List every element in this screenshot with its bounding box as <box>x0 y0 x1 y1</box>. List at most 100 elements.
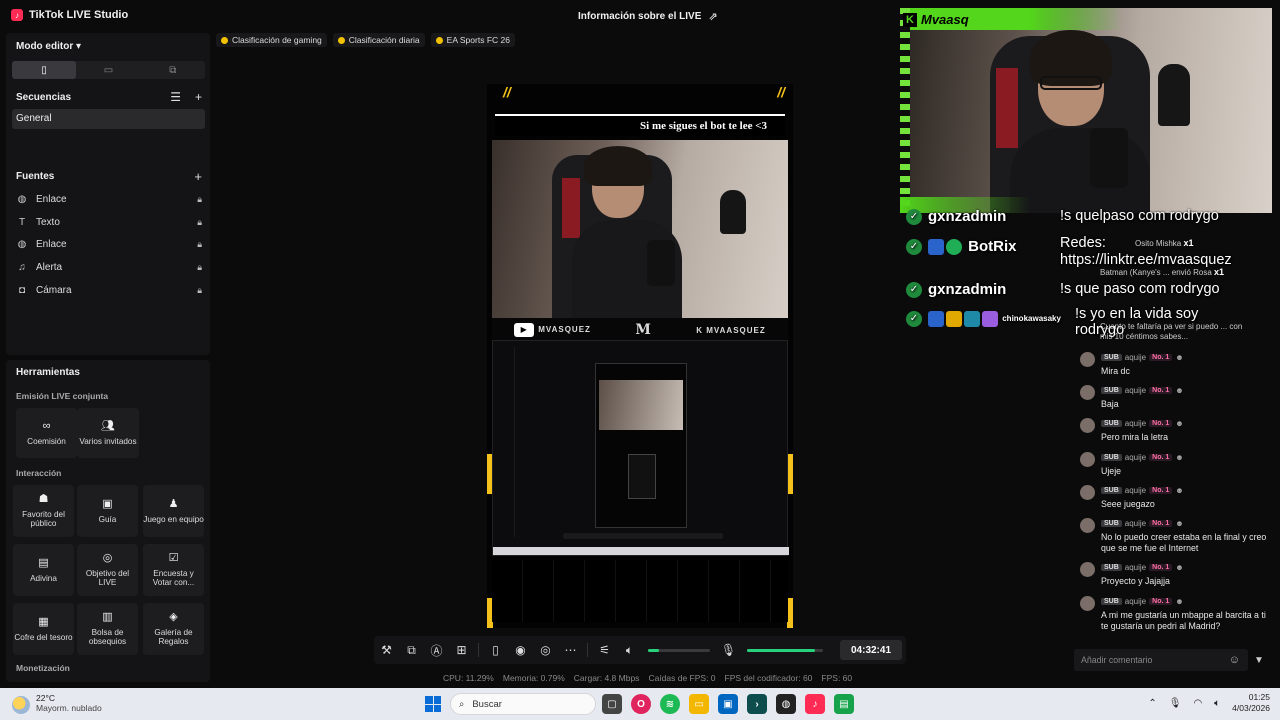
tile-goal[interactable]: ◎ Objetivo del LIVE <box>77 544 138 596</box>
mixer-icon[interactable]: ⚟ <box>592 643 617 657</box>
stream-preview-canvas[interactable]: // // Si me sigues el bot te lee <3 ▶ MVA… <box>487 84 793 628</box>
tile-poll[interactable]: ☑ Encuesta y Votar con... <box>143 544 204 596</box>
clock[interactable]: 01:25 4/03/2026 <box>1232 692 1270 715</box>
tile-guess[interactable]: ▤ Adivina <box>13 544 74 596</box>
volume-slider[interactable] <box>648 648 710 652</box>
avatar[interactable] <box>1080 596 1095 611</box>
share-icon[interactable]: ⇗ <box>708 10 717 23</box>
windows-start-icon[interactable] <box>425 696 441 712</box>
avatar[interactable] <box>1080 485 1095 500</box>
sequences-title: Secuencias <box>16 92 72 103</box>
store-icon[interactable]: ▣ <box>718 694 738 714</box>
chip-gaming-ranking[interactable]: Clasificación de gaming <box>216 33 327 47</box>
source-item[interactable]: ◍ Enlace 🔒︎ <box>16 233 202 256</box>
tile-goodie-bag[interactable]: ▥ Bolsa de obsequios <box>77 603 138 655</box>
chat-text: Ujeje <box>1101 466 1122 476</box>
lock-icon[interactable]: 🔒︎ <box>197 239 202 250</box>
add-source-icon[interactable]: + <box>194 169 202 184</box>
chevron-up-icon[interactable]: ⌃ <box>1148 698 1156 709</box>
record-icon[interactable]: ◉ <box>508 643 533 657</box>
nested-preview-deep <box>628 454 656 499</box>
tile-guests[interactable]: 👥︎ Varios invitados <box>77 408 139 458</box>
orientation-switcher: ▯ ▭ ⧉ <box>12 61 205 79</box>
chat-username[interactable]: aquije <box>1125 486 1146 495</box>
tile-cohost[interactable]: ∞ Coemisión <box>16 408 77 458</box>
wifi-icon[interactable]: ◠ <box>1193 698 1202 709</box>
book-icon: ▣ <box>102 497 113 510</box>
control-bar: ⚒ ⧉ Ⓐ ⊞ ▯ ◉ ◎ ⋯ ⚟ 🔈︎ 🎙︎ 04:32:41 <box>374 636 906 664</box>
weather-widget[interactable]: 22°C Mayorm. nublado <box>12 693 102 714</box>
send-icon[interactable]: ▼ <box>1254 655 1264 666</box>
microphone-icon[interactable]: 🎙︎ <box>716 643 741 657</box>
avatar[interactable] <box>1080 518 1095 533</box>
chat-username[interactable]: aquije <box>1125 353 1146 362</box>
lock-icon[interactable]: 🔒︎ <box>197 194 202 205</box>
avatar[interactable] <box>1080 352 1095 367</box>
lock-icon[interactable]: 🔒︎ <box>197 285 202 296</box>
chat-text: No lo puedo creer estaba en la final y c… <box>1101 532 1267 554</box>
source-item[interactable]: ◘ Cámara 🔒︎ <box>16 279 202 302</box>
capture-icon[interactable]: ◎ <box>533 643 558 657</box>
ai-icon[interactable]: Ⓐ <box>424 642 449 659</box>
source-item[interactable]: ♫ Alerta 🔒︎ <box>16 256 202 279</box>
avatar[interactable] <box>1080 452 1095 467</box>
emoji-icon[interactable]: ☺ <box>1229 649 1240 671</box>
taskbar-search[interactable]: ⌕ Buscar <box>450 693 596 715</box>
verified-badge-icon <box>946 239 962 256</box>
effects-icon[interactable]: ⧉ <box>399 643 424 658</box>
sequence-item-general[interactable]: General <box>12 109 205 129</box>
chat-username[interactable]: aquije <box>1125 563 1146 572</box>
chat-username[interactable]: aquije <box>1125 386 1146 395</box>
comment-input[interactable]: Añadir comentario ☺ <box>1074 649 1248 671</box>
mode-editor-dropdown[interactable]: Modo editor ▾ <box>16 41 81 52</box>
avatar[interactable] <box>1080 562 1095 577</box>
obs-icon[interactable]: ◍ <box>776 694 796 714</box>
multi-layout-icon[interactable]: ⧉ <box>141 61 205 79</box>
tile-chest[interactable]: ▦ Cofre del tesoro <box>13 603 74 655</box>
chip-game-category[interactable]: EA Sports FC 26 <box>430 33 515 47</box>
spotify-icon[interactable]: ≋ <box>660 694 680 714</box>
chat-username[interactable]: aquije <box>1125 597 1146 606</box>
volume-icon[interactable]: 🔈︎ <box>1214 698 1220 709</box>
gift-notification: Batman (Kanye's ... envió Rosa x1 <box>1100 267 1224 277</box>
magic-wand-icon[interactable]: ⚒ <box>374 643 399 657</box>
avatar[interactable] <box>1080 418 1095 433</box>
speaker-icon[interactable]: 🔈︎ <box>617 643 642 658</box>
terminal-icon[interactable]: › <box>747 694 767 714</box>
source-item[interactable]: T Texto 🔒︎ <box>16 211 202 234</box>
microphone-icon[interactable]: 🎙︎ <box>1169 698 1182 709</box>
portrait-icon[interactable]: ▯ <box>12 61 77 79</box>
tile-favorite[interactable]: ☗ Favorito del público <box>13 485 74 537</box>
tile-gift-gallery[interactable]: ◈ Galería de Regalos <box>143 603 204 655</box>
source-item[interactable]: ◍ Enlace 🔒︎ <box>16 188 202 211</box>
user-icon: ☻ <box>1175 597 1184 606</box>
lock-icon[interactable]: 🔒︎ <box>197 262 202 273</box>
stat-fps: FPS: 60 <box>821 673 853 683</box>
tile-team-game[interactable]: ♟ Juego en equipo <box>143 485 204 537</box>
screen-capture <box>492 340 789 556</box>
file-explorer-icon[interactable]: ▭ <box>689 694 709 714</box>
task-view-icon[interactable]: ▢ <box>602 694 622 714</box>
tile-guide[interactable]: ▣ Guía <box>77 485 138 537</box>
more-icon[interactable]: ⋯ <box>558 643 583 657</box>
tiktok-icon[interactable]: ♪ <box>805 694 825 714</box>
chat-username[interactable]: aquije <box>1125 453 1146 462</box>
phone-icon[interactable]: ▯ <box>483 643 508 657</box>
app-icon[interactable]: ▤ <box>834 694 854 714</box>
landscape-icon[interactable]: ▭ <box>76 61 140 79</box>
opera-icon[interactable]: O <box>631 694 651 714</box>
add-sequence-icon[interactable]: + <box>195 90 202 104</box>
list-icon[interactable]: ☰ <box>170 90 181 104</box>
gift-count: x1 <box>1214 267 1225 277</box>
chip-daily-ranking[interactable]: Clasificación diaria <box>332 33 425 47</box>
overlay-chat-user: ✓ chinokawasaky <box>906 311 1061 327</box>
sub-badge: SUB <box>1101 564 1122 571</box>
add-media-icon[interactable]: ⊞ <box>449 643 474 657</box>
avatar[interactable] <box>1080 385 1095 400</box>
chat-username[interactable]: aquije <box>1125 419 1146 428</box>
level-badge-icon <box>964 311 980 327</box>
live-info-button[interactable]: Información sobre el LIVE ⇗ <box>578 10 718 23</box>
chat-username[interactable]: aquije <box>1125 519 1146 528</box>
mic-slider[interactable] <box>747 648 823 652</box>
lock-icon[interactable]: 🔒︎ <box>197 217 202 228</box>
